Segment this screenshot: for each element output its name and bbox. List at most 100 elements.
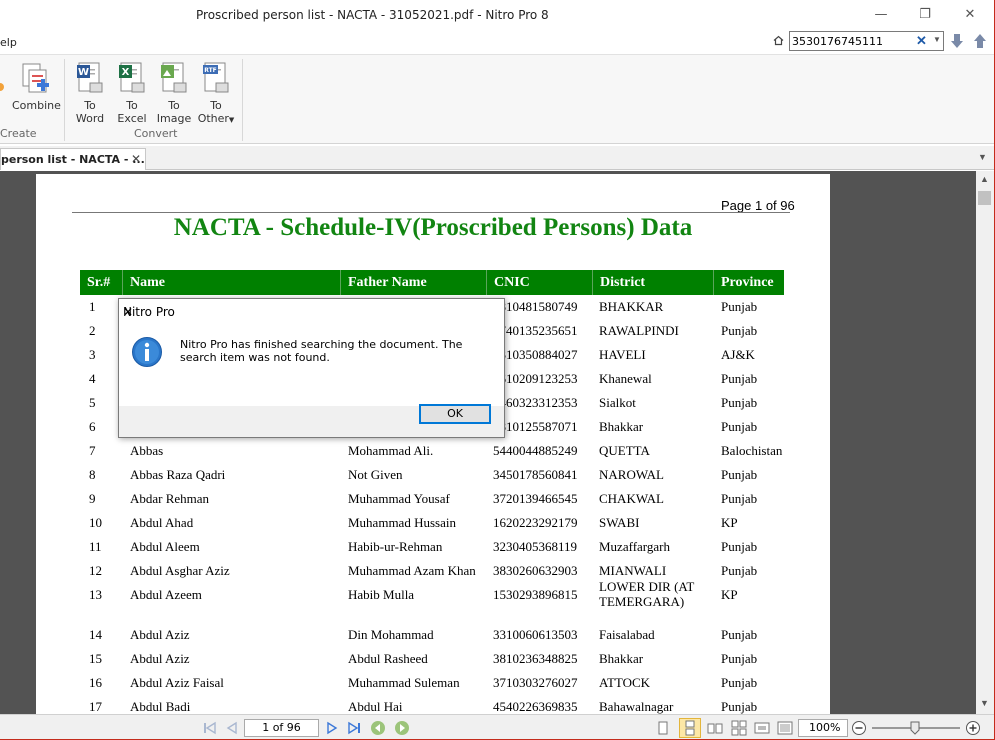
forward-view-icon[interactable] (394, 720, 410, 736)
column-header-sr: Sr.# (80, 270, 123, 295)
column-header-district: District (593, 270, 714, 295)
help-menu[interactable]: elp (0, 36, 17, 49)
scroll-thumb[interactable] (978, 191, 991, 205)
document-tab[interactable]: person list - NACTA - ... ✕ (0, 148, 146, 170)
cell-cnic: 3810236348825 (493, 651, 578, 666)
cell-cnic: 4540226369835 (493, 699, 578, 714)
search-result-dialog: Nitro Pro ✕ Nitro Pro has finished searc… (118, 298, 505, 438)
cell-sr: 12 (89, 563, 102, 578)
window-title: Proscribed person list - NACTA - 3105202… (196, 8, 549, 22)
info-icon (131, 336, 163, 373)
image-icon (160, 61, 188, 95)
to-word-button[interactable]: W To Word (70, 61, 110, 125)
to-image-line1: To (168, 99, 180, 112)
single-page-view-icon[interactable] (655, 720, 671, 736)
cell-cnic: 3810125587071 (493, 419, 578, 434)
close-tab-icon[interactable]: ✕ (131, 152, 141, 166)
facing-view-icon[interactable] (707, 720, 723, 736)
cell-sr: 7 (89, 443, 96, 458)
document-title: NACTA - Schedule-IV(Proscribed Persons) … (173, 214, 693, 241)
fit-width-icon[interactable] (754, 720, 770, 736)
page-number-field[interactable]: 1 of 96 (244, 719, 319, 737)
cell-district: Bahawalnagar (599, 699, 674, 714)
cell-province: Punjab (721, 699, 758, 714)
minimize-button[interactable]: — (866, 4, 896, 26)
cell-district: ATTOCK (599, 675, 651, 690)
group-divider (242, 59, 243, 141)
dialog-close-button[interactable]: ✕ (123, 305, 133, 319)
cell-father-name: Abdul Rasheed (348, 651, 428, 666)
status-bar: 1 of 96 100% (0, 714, 994, 739)
search-previous-icon[interactable] (972, 32, 988, 50)
cell-sr: 8 (89, 467, 96, 482)
zoom-level-field[interactable]: 100% (798, 719, 848, 737)
cell-district: Faisalabad (599, 627, 655, 642)
to-excel-button[interactable]: X To Excel (112, 61, 152, 125)
document-tab-label: person list - NACTA - ... (1, 153, 145, 166)
cell-cnic: 1620223292179 (493, 515, 578, 530)
cell-sr: 13 (89, 587, 102, 602)
scroll-up-icon[interactable]: ▲ (980, 174, 989, 184)
continuous-view-icon[interactable] (679, 718, 701, 738)
zoom-in-icon[interactable] (965, 720, 981, 736)
cell-name: Abdul Badi (130, 699, 191, 714)
cell-name: Abdul Aziz (130, 627, 190, 642)
cell-district: CHAKWAL (599, 491, 664, 506)
cell-sr: 17 (89, 699, 102, 714)
column-header-father-name: Father Name (341, 270, 487, 295)
to-other-line1: To (210, 99, 222, 112)
restore-button[interactable]: ❐ (910, 4, 940, 26)
next-page-icon[interactable] (324, 720, 340, 736)
clear-search-icon[interactable]: ✕ (916, 33, 927, 49)
home-icon[interactable] (773, 35, 784, 49)
pdf-page: Page 1 of 96 NACTA - Schedule-IV(Proscri… (36, 174, 830, 714)
to-image-button[interactable]: To Image (154, 61, 194, 125)
search-dropdown-icon[interactable]: ▼ (933, 35, 941, 44)
cell-district: Khanewal (599, 371, 652, 386)
cell-province: AJ&K (721, 347, 755, 362)
tab-list-dropdown-icon[interactable]: ▼ (978, 152, 987, 162)
search-next-icon[interactable] (949, 32, 965, 50)
cell-cnic: 3460323312353 (493, 395, 578, 410)
cell-province: Punjab (721, 627, 758, 642)
svg-text:RTF: RTF (204, 67, 217, 74)
combine-label: Combine (12, 99, 61, 112)
word-icon: W (76, 61, 104, 95)
cell-district: SWABI (599, 515, 640, 530)
zoom-out-icon[interactable] (851, 720, 867, 736)
combine-button[interactable]: Combine (12, 61, 61, 112)
to-word-line1: To (84, 99, 96, 112)
to-other-line2: Other (197, 112, 229, 125)
close-button[interactable]: ✕ (955, 4, 985, 26)
cell-sr: 11 (89, 539, 102, 554)
scroll-down-icon[interactable]: ▼ (980, 698, 989, 708)
last-page-icon[interactable] (346, 720, 362, 736)
document-viewer[interactable]: Page 1 of 96 NACTA - Schedule-IV(Proscri… (0, 171, 976, 714)
cell-province: Punjab (721, 491, 758, 506)
facing-continuous-view-icon[interactable] (731, 720, 747, 736)
cell-cnic: 3810481580749 (493, 299, 578, 314)
cell-district: Muzaffargarh (599, 539, 670, 554)
svg-text:W: W (78, 67, 89, 78)
cell-cnic: 3610209123253 (493, 371, 578, 386)
cell-name: Abbas Raza Qadri (130, 467, 226, 482)
cell-sr: 16 (89, 675, 102, 690)
first-page-icon[interactable] (202, 720, 218, 736)
to-excel-line1: To (126, 99, 138, 112)
cell-cnic: 3450178560841 (493, 467, 578, 482)
vertical-scrollbar[interactable]: ▲ ▼ (976, 171, 994, 714)
previous-page-icon[interactable] (224, 720, 240, 736)
search-input[interactable] (790, 32, 910, 51)
cell-father-name: Mohammad Ali. (348, 443, 434, 458)
fit-page-icon[interactable] (777, 720, 793, 736)
cell-father-name: Habib-ur-Rehman (348, 539, 443, 554)
cell-father-name: Not Given (348, 467, 403, 482)
cell-sr: 9 (89, 491, 96, 506)
ok-button[interactable]: OK (419, 404, 491, 424)
cell-province: KP (721, 515, 738, 530)
to-other-button[interactable]: RTF To Other▼ (196, 61, 236, 127)
zoom-slider-thumb[interactable] (910, 721, 920, 735)
cell-father-name: Muhammad Hussain (348, 515, 456, 530)
back-view-icon[interactable] (370, 720, 386, 736)
cell-province: Punjab (721, 563, 758, 578)
